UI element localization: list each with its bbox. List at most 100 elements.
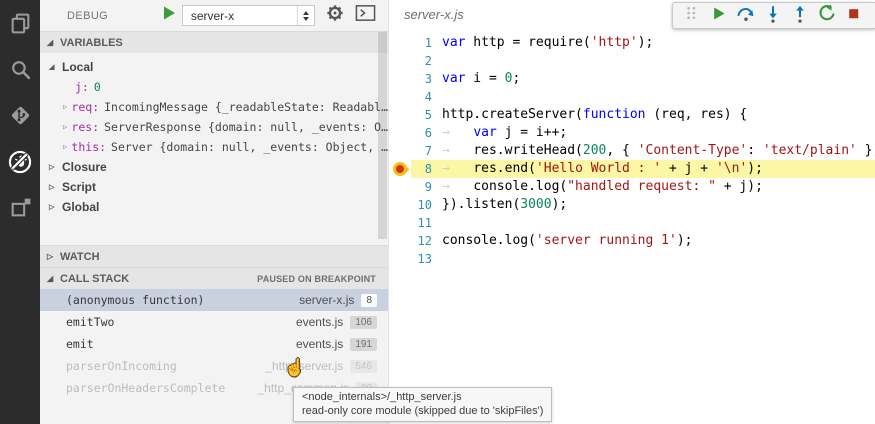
scope-label: Script (62, 180, 96, 194)
code-line-11[interactable]: 11 (389, 214, 875, 232)
drag-handle-icon (681, 2, 702, 29)
code-line-2[interactable]: 2 (389, 52, 875, 70)
activity-bar (0, 0, 40, 424)
variable-value: ServerResponse {domain: null, _events: O… (104, 120, 388, 134)
code-area: 1var http = require('http');23var i = 0;… (389, 34, 875, 268)
call-stack-header-label: CALL STACK (60, 273, 129, 285)
restart-button[interactable] (813, 4, 840, 27)
tab-whitespace-icon: → (442, 143, 473, 158)
line-number: 6 (411, 124, 432, 142)
step-into-button[interactable] (759, 4, 786, 27)
variable-name: j: (75, 80, 89, 94)
breakpoint-margin[interactable] (389, 124, 411, 142)
explorer-icon (9, 12, 32, 35)
code-line-8[interactable]: 8→ res.end('Hello World : ' + j + '\n'); (389, 160, 875, 178)
activitybar-debug-button[interactable] (0, 145, 40, 178)
breakpoint-margin[interactable] (389, 196, 411, 214)
line-text: }).listen(3000); (432, 196, 567, 214)
collapsed-twisty-icon: ▷ (63, 123, 71, 131)
frame-function: emitTwo (66, 315, 296, 329)
extensions-icon (9, 196, 32, 219)
step-into-icon (763, 3, 783, 29)
code-line-6[interactable]: 6→ var j = i++; (389, 124, 875, 142)
line-number: 7 (411, 142, 432, 160)
scope-row-local[interactable]: ◢Local (40, 57, 388, 77)
line-number: 8 (411, 160, 432, 178)
scope-row-global[interactable]: ▷Global (40, 197, 388, 217)
debug-icon (7, 149, 33, 175)
scope-row-script[interactable]: ▷Script (40, 177, 388, 197)
launch-config-select[interactable]: server-x (182, 5, 315, 26)
code-line-12[interactable]: 12console.log('server running 1'); (389, 232, 875, 250)
code-line-9[interactable]: 9→ console.log("handled request: " + j); (389, 178, 875, 196)
debug-sidebar: DEBUG server-x ◢ VARIABLES ◢Localj:0▷req… (40, 0, 388, 424)
step-out-button[interactable] (786, 4, 813, 27)
continue-button[interactable] (705, 4, 732, 27)
open-debug-console-button[interactable] (355, 5, 376, 27)
tab-whitespace-icon: → (442, 125, 473, 140)
activitybar-source-control-button[interactable] (0, 99, 40, 132)
paused-on-breakpoint-badge: PAUSED ON BREAKPOINT (257, 274, 376, 284)
stack-frame-parseronincoming[interactable]: parserOnIncoming _http_server.js 546 (40, 355, 388, 377)
stack-frame--anonymous-function-[interactable]: (anonymous function) server-x.js 8 (40, 289, 388, 311)
variable-row-j[interactable]: j: 0 (40, 77, 388, 97)
code-line-5[interactable]: 5http.createServer(function (req, res) { (389, 106, 875, 124)
frame-line-badge: 191 (350, 338, 377, 351)
stop-button[interactable] (840, 4, 867, 27)
breakpoint-margin[interactable] (389, 160, 411, 178)
breakpoint-margin[interactable] (389, 52, 411, 70)
breakpoint-margin[interactable] (389, 70, 411, 88)
stack-frame-emittwo[interactable]: emitTwo events.js 106 (40, 311, 388, 333)
code-line-3[interactable]: 3var i = 0; (389, 70, 875, 88)
activitybar-search-button[interactable] (0, 53, 40, 86)
breakpoint-margin[interactable] (389, 232, 411, 250)
call-stack-section-header[interactable]: ◢ CALL STACK PAUSED ON BREAKPOINT (40, 267, 388, 289)
step-over-button[interactable] (732, 4, 759, 27)
breakpoint-margin[interactable] (389, 250, 411, 268)
activitybar-explorer-button[interactable] (0, 7, 40, 40)
code-line-1[interactable]: 1var http = require('http'); (389, 34, 875, 52)
source-control-icon (9, 104, 32, 127)
continue-icon (709, 4, 728, 28)
variable-name: this: (71, 140, 106, 154)
code-line-13[interactable]: 13 (389, 250, 875, 268)
step-out-icon (790, 3, 810, 29)
breakpoint-margin[interactable] (389, 106, 411, 124)
debug-sidebar-header: DEBUG server-x (40, 0, 388, 31)
start-debug-button[interactable] (161, 7, 178, 25)
configure-gear-button[interactable] (325, 5, 345, 27)
variable-row-this[interactable]: ▷this:Server {domain: null, _events: Obj… (40, 137, 388, 157)
editor-file-title: server-x.js (404, 7, 464, 22)
variable-row-res[interactable]: ▷res:ServerResponse {domain: null, _even… (40, 117, 388, 137)
variable-name: req: (71, 100, 99, 114)
stack-frame-emit[interactable]: emit events.js 191 (40, 333, 388, 355)
line-text (432, 52, 442, 70)
breakpoint-margin[interactable] (389, 214, 411, 232)
breakpoint-margin[interactable] (389, 34, 411, 52)
breakpoint-paused-icon (393, 162, 407, 176)
code-line-4[interactable]: 4 (389, 88, 875, 106)
breakpoint-margin[interactable] (389, 88, 411, 106)
variables-section-header[interactable]: ◢ VARIABLES (40, 31, 388, 53)
variable-row-req[interactable]: ▷req:IncomingMessage {_readableState: Re… (40, 97, 388, 117)
search-icon (9, 58, 32, 81)
watch-section-header[interactable]: ▷ WATCH (40, 245, 388, 267)
code-line-10[interactable]: 10}).listen(3000); (389, 196, 875, 214)
code-line-7[interactable]: 7→ res.writeHead(200, { 'Content-Type': … (389, 142, 875, 160)
variable-value: 0 (94, 80, 101, 94)
sidebar-scrollbar[interactable] (378, 32, 387, 239)
line-number: 9 (411, 178, 432, 196)
tooltip-detail: read-only core module (skipped due to 's… (302, 404, 543, 418)
breakpoint-margin[interactable] (389, 142, 411, 160)
frame-function: parserOnHeadersComplete (66, 381, 257, 395)
debug-toolbar (672, 2, 875, 29)
skipfiles-tooltip: <node_internals>/_http_server.js read-on… (293, 387, 552, 422)
frame-function: parserOnIncoming (66, 359, 265, 373)
play-icon (161, 5, 177, 26)
variables-list: ◢Local j: 0 ▷req:IncomingMessage {_readable… (40, 53, 388, 217)
scope-row-closure[interactable]: ▷Closure (40, 157, 388, 177)
breakpoint-margin[interactable] (389, 178, 411, 196)
activitybar-extensions-button[interactable] (0, 191, 40, 224)
drag-handle-button[interactable] (678, 4, 705, 27)
tab-whitespace-icon: → (442, 161, 473, 176)
